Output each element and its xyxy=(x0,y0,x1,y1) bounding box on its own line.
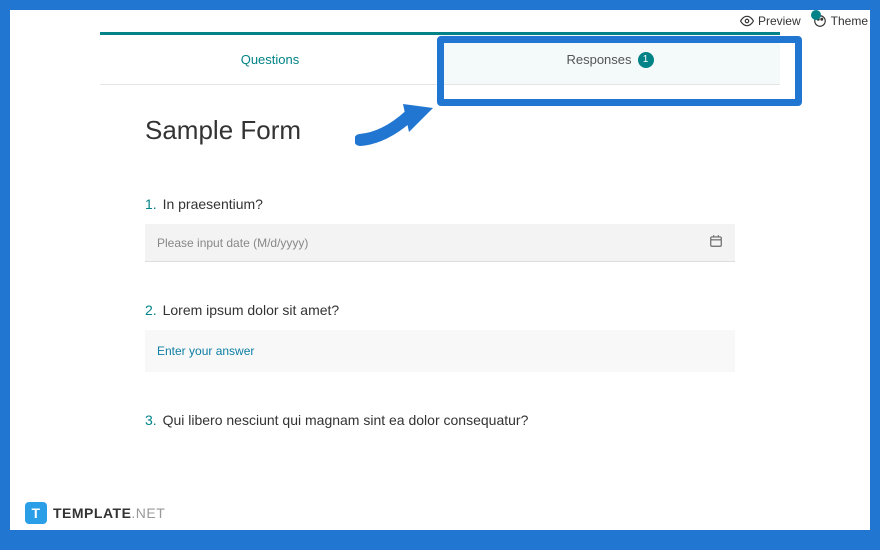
tab-questions[interactable]: Questions xyxy=(100,35,440,84)
date-input-placeholder: Please input date (M/d/yyyy) xyxy=(157,236,308,250)
question-3-number: 3. xyxy=(145,412,157,428)
tab-responses-label: Responses xyxy=(566,52,631,67)
app-window: Preview Theme Questions Resp xyxy=(10,10,870,530)
watermark-text-bold: TEMPLATE xyxy=(53,505,131,521)
question-1-label: 1. In praesentium? xyxy=(145,196,735,212)
eye-icon xyxy=(740,14,754,28)
question-3-text: Qui libero nesciunt qui magnam sint ea d… xyxy=(163,412,529,428)
text-input-placeholder: Enter your answer xyxy=(157,344,254,358)
question-1-text: In praesentium? xyxy=(163,196,263,212)
question-1: 1. In praesentium? Please input date (M/… xyxy=(145,196,735,262)
form-title: Sample Form xyxy=(145,115,735,146)
responses-count-badge: 1 xyxy=(638,52,654,68)
text-input[interactable]: Enter your answer xyxy=(145,330,735,372)
question-2-number: 2. xyxy=(145,302,157,318)
question-2-label: 2. Lorem ipsum dolor sit amet? xyxy=(145,302,735,318)
form-body: Sample Form 1. In praesentium? Please in… xyxy=(100,85,780,428)
calendar-icon xyxy=(709,234,723,251)
preview-label: Preview xyxy=(758,14,801,28)
form-container: Questions Responses 1 Sample Form 1. In … xyxy=(100,32,780,527)
tab-bar: Questions Responses 1 xyxy=(100,35,780,85)
question-2: 2. Lorem ipsum dolor sit amet? Enter you… xyxy=(145,302,735,372)
question-3-label: 3. Qui libero nesciunt qui magnam sint e… xyxy=(145,412,735,428)
tab-questions-label: Questions xyxy=(241,52,300,67)
question-2-text: Lorem ipsum dolor sit amet? xyxy=(163,302,340,318)
tab-responses[interactable]: Responses 1 xyxy=(440,35,780,84)
date-input[interactable]: Please input date (M/d/yyyy) xyxy=(145,224,735,262)
theme-label: Theme xyxy=(831,14,868,28)
theme-icon-wrapper xyxy=(813,14,827,28)
top-toolbar: Preview Theme xyxy=(10,10,870,32)
preview-button[interactable]: Preview xyxy=(740,14,801,28)
notification-dot xyxy=(811,10,821,20)
question-1-number: 1. xyxy=(145,196,157,212)
watermark-text-light: .NET xyxy=(131,505,165,521)
watermark-icon: T xyxy=(25,502,47,524)
theme-button[interactable]: Theme xyxy=(813,14,868,28)
question-3: 3. Qui libero nesciunt qui magnam sint e… xyxy=(145,412,735,428)
watermark: T TEMPLATE.NET xyxy=(25,502,165,524)
